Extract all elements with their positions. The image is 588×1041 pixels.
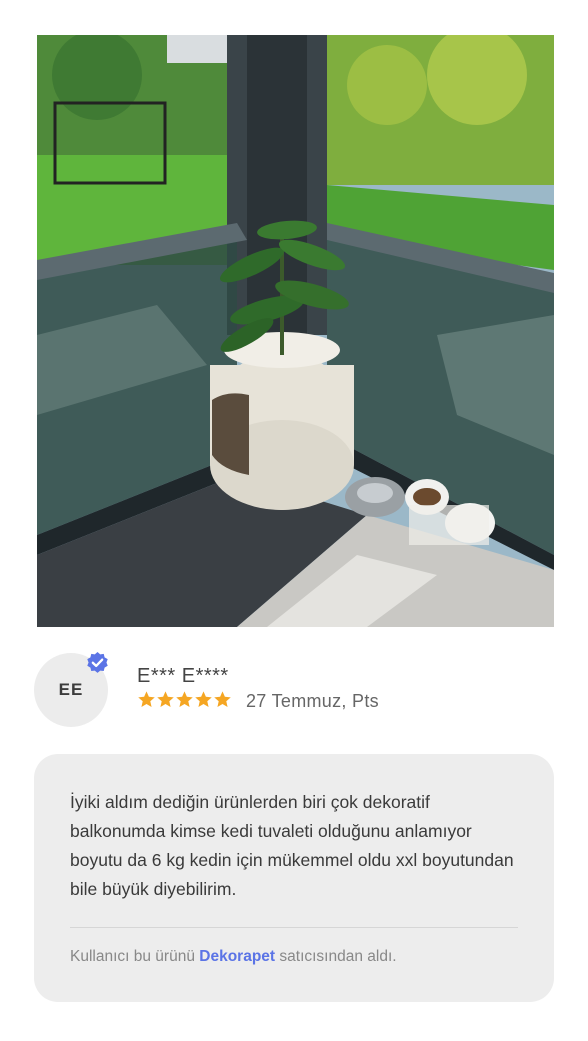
seller-suffix: satıcısından aldı. bbox=[279, 948, 397, 965]
seller-prefix: Kullanıcı bu ürünü bbox=[70, 948, 195, 965]
star-icon bbox=[195, 691, 212, 708]
reviewer-header: EE E*** E**** 27 Temmuz, Pts bbox=[34, 651, 554, 731]
reviewer-name: E*** E**** bbox=[137, 665, 229, 687]
review-photo[interactable] bbox=[37, 35, 554, 627]
review-date: 27 Temmuz, Pts bbox=[246, 691, 379, 711]
star-icon bbox=[157, 691, 174, 708]
star-icon bbox=[138, 691, 155, 708]
star-icon bbox=[214, 691, 231, 708]
star-icon bbox=[176, 691, 193, 708]
review-card: İyiki aldım dediğin ürünlerden biri çok … bbox=[34, 754, 554, 1002]
verified-check-icon bbox=[87, 652, 108, 673]
photo-illustration bbox=[37, 35, 554, 627]
divider bbox=[70, 927, 518, 928]
avatar-initials: EE bbox=[58, 680, 84, 699]
seller-info: Kullanıcı bu ürünü Dekorapet satıcısında… bbox=[70, 948, 397, 966]
review-text: İyiki aldım dediğin ürünlerden biri çok … bbox=[70, 792, 514, 899]
seller-link[interactable]: Dekorapet bbox=[199, 948, 275, 965]
rating-stars bbox=[137, 690, 232, 709]
